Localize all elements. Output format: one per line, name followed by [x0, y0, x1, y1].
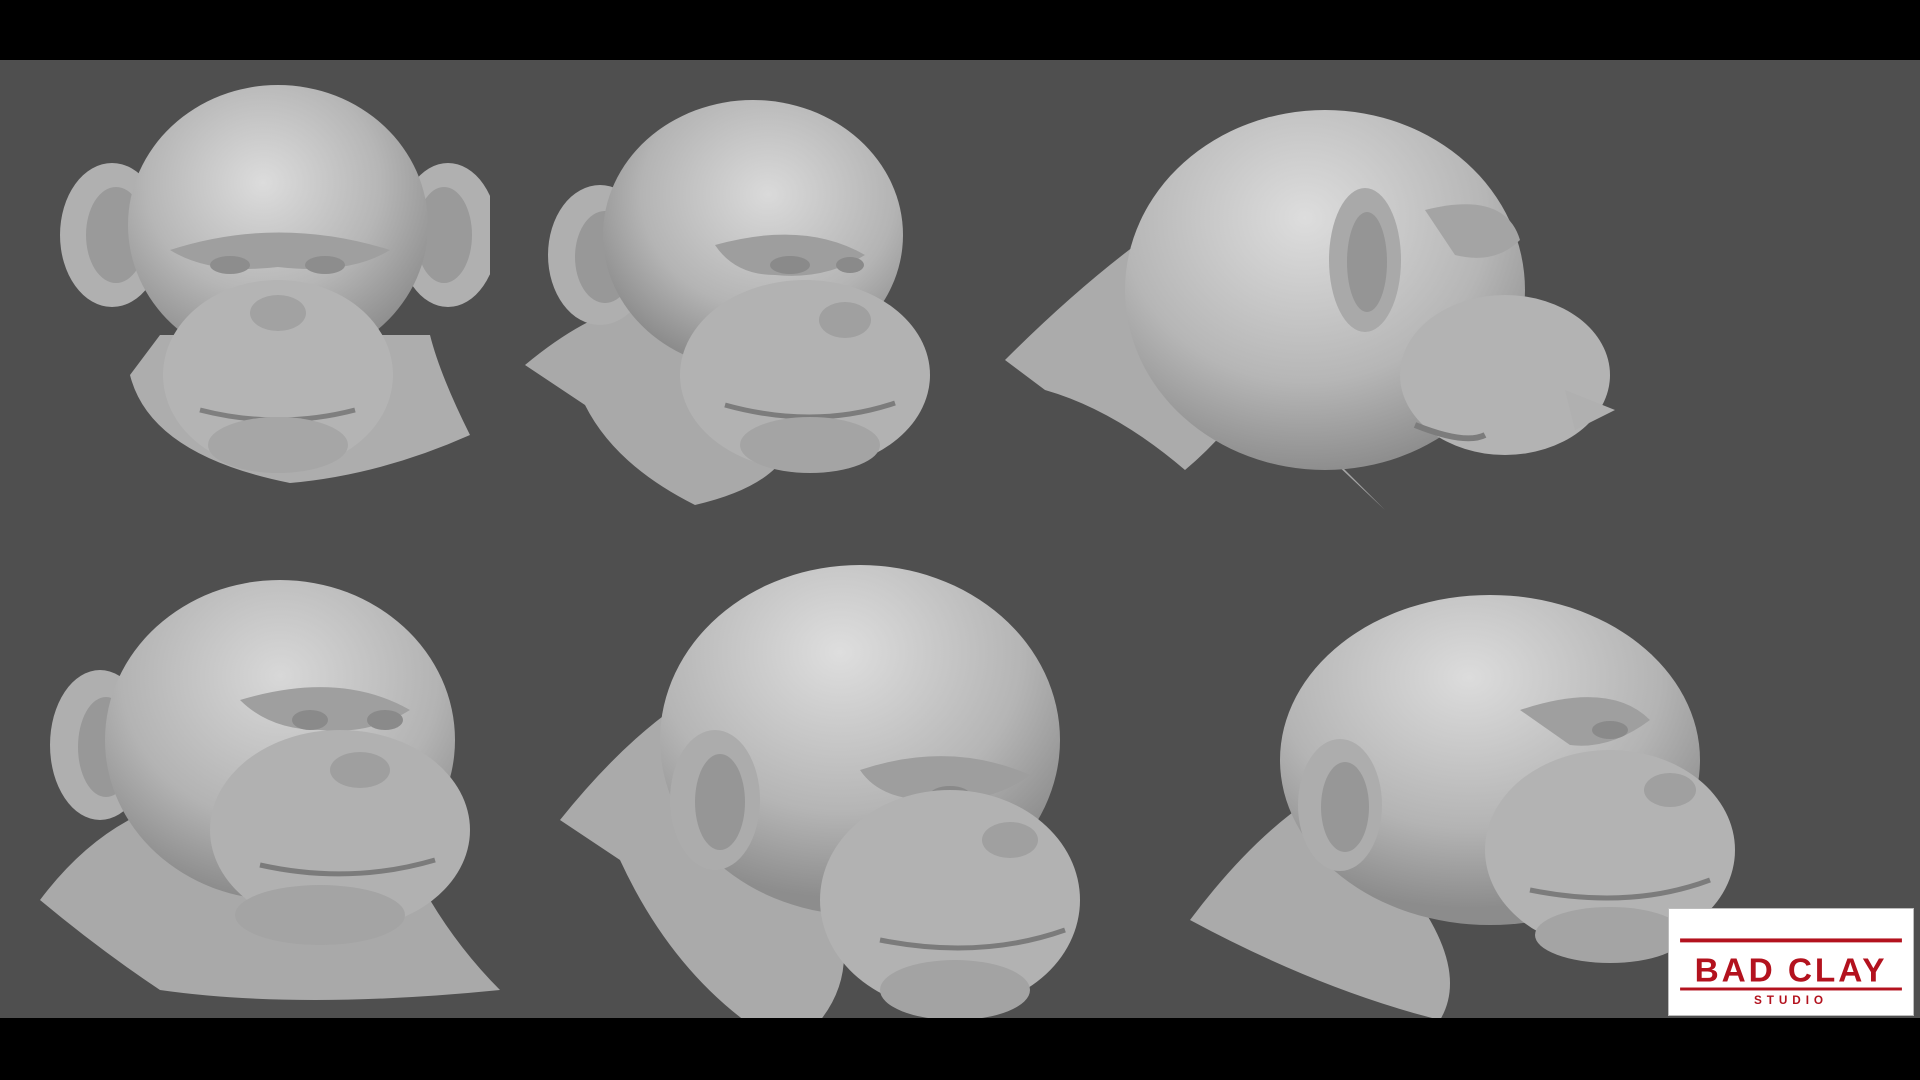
chimp-head-three-quarter-render — [525, 85, 955, 515]
chimp-head-profile-render — [1005, 90, 1615, 560]
bad-clay-studio-logo: BAD CLAY STUDIO — [1668, 908, 1914, 1016]
chimp-head-low-angle-render — [40, 570, 510, 1018]
chimp-head-front-render — [50, 75, 490, 515]
canvas: BAD CLAY STUDIO — [0, 0, 1920, 1080]
svg-text:STUDIO: STUDIO — [1754, 994, 1828, 1007]
letterbox-top — [0, 0, 1920, 60]
sculpt-viewport — [0, 60, 1920, 1018]
chimp-head-three-quarter-right-render — [560, 560, 1100, 1018]
letterbox-bottom — [0, 1018, 1920, 1080]
svg-text:BAD CLAY: BAD CLAY — [1695, 953, 1888, 990]
